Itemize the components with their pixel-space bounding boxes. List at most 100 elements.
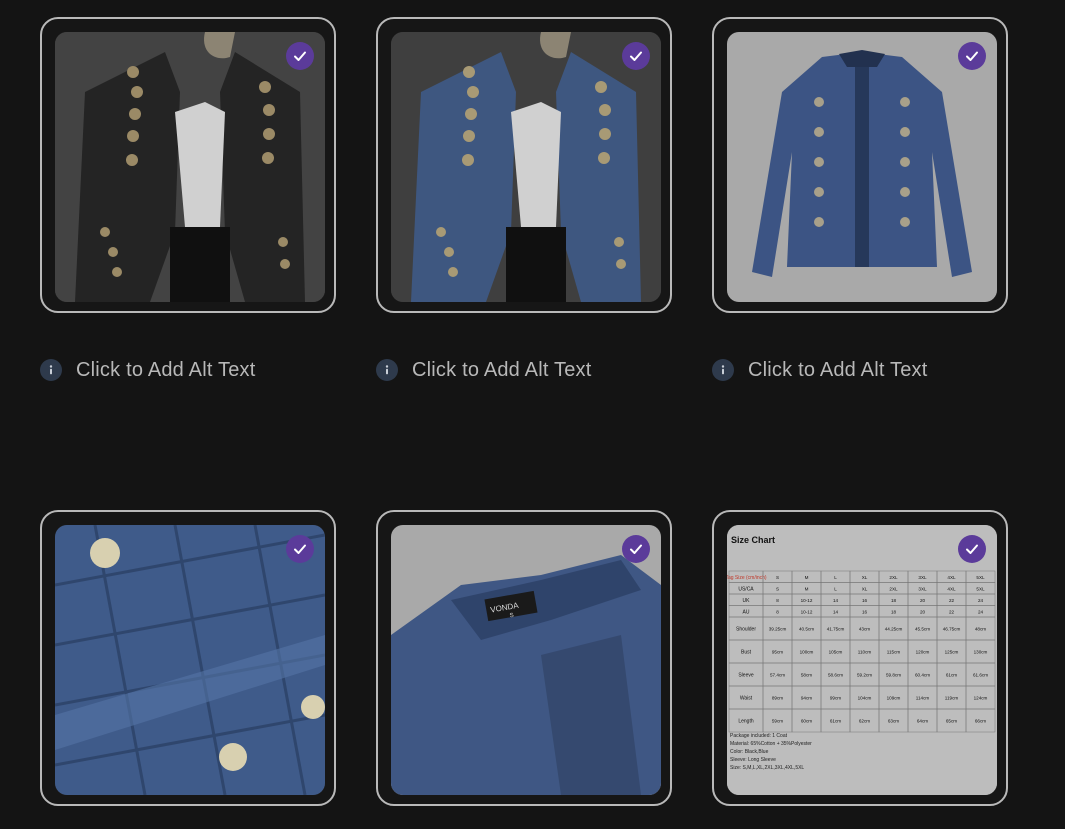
size-chart-cell-text: Tag Size (cm/inch) [727, 575, 767, 581]
selected-check-badge[interactable] [958, 42, 986, 70]
size-chart-cell-text: 10-12 [801, 609, 813, 614]
selected-check-badge[interactable] [286, 535, 314, 563]
selected-check-badge[interactable] [622, 535, 650, 563]
image-card-1[interactable] [40, 17, 336, 313]
black-jacket-image [55, 32, 325, 302]
size-chart-cell-text: 3XL [918, 575, 927, 580]
size-chart-cell-text: 61cm [946, 673, 957, 678]
blue-jacket-flat-image [727, 32, 997, 302]
size-chart-cell-text: 14 [833, 598, 839, 603]
selected-check-badge[interactable] [286, 42, 314, 70]
size-chart-cell-text: AU [743, 609, 750, 615]
size-chart-cell-text: Waist [740, 696, 753, 702]
size-chart-cell-text: 24 [978, 609, 984, 614]
size-chart-image: Size Chart Tag Size (cm/inch) S M L XL 2XL 3XL… [727, 525, 997, 795]
size-chart-cell-text: 130cm [974, 650, 988, 655]
size-chart-cell-text: 24 [978, 598, 984, 603]
size-chart-note: Material: 65%Cotton + 35%Polyester [730, 741, 812, 747]
size-chart-cell-text: 46.75cm [943, 627, 961, 632]
selected-check-badge[interactable] [622, 42, 650, 70]
size-chart-cell-text: 8 [776, 598, 779, 603]
size-chart-cell-text: M [805, 575, 809, 580]
image-thumbnail [55, 525, 325, 795]
alt-text-label: Click to Add Alt Text [412, 358, 592, 381]
size-chart-cell-text: 3XL [918, 586, 927, 591]
size-chart-cell-text: 18 [891, 609, 897, 614]
size-chart-cell-text: 105cm [829, 650, 843, 655]
size-chart-cell-text: 20 [920, 598, 926, 603]
size-chart-cell-text: 58.6cm [828, 673, 843, 678]
size-chart-cell-text: 109cm [887, 696, 901, 701]
size-chart-cell-text: 115cm [887, 650, 901, 655]
info-icon [40, 359, 62, 381]
alt-text-label: Click to Add Alt Text [76, 358, 256, 381]
size-chart-cell-text: 60.4cm [915, 673, 930, 678]
size-chart-cell-text: Bust [741, 650, 752, 656]
size-chart-note: Package included: 1 Coat [730, 733, 788, 739]
size-chart-cell-text: 63cm [888, 719, 899, 724]
size-chart-cell-text: 66cm [975, 719, 986, 724]
image-card-5[interactable]: VONDA S [376, 510, 672, 806]
size-chart-cell-text: UK [743, 598, 751, 604]
size-chart-cell-text: 100cm [800, 650, 814, 655]
size-chart-cell-text: 125cm [945, 650, 959, 655]
image-thumbnail [391, 32, 661, 302]
image-card-6[interactable]: Size Chart Tag Size (cm/inch) S M L XL 2XL 3XL… [712, 510, 1008, 806]
size-chart-cell-text: 4XL [947, 575, 956, 580]
size-chart-cell-text: 22 [949, 598, 955, 603]
size-chart-cell-text: 57.4cm [770, 673, 785, 678]
alt-text-label: Click to Add Alt Text [748, 358, 928, 381]
size-chart-cell-text: L [834, 586, 837, 591]
image-card-2[interactable] [376, 17, 672, 313]
size-chart-cell-text: 58cm [801, 673, 812, 678]
size-chart-cell-text: 10-12 [801, 598, 813, 603]
size-chart-cell-text: 20 [920, 609, 926, 614]
image-thumbnail: VONDA S [391, 525, 661, 795]
check-icon [966, 51, 978, 61]
size-chart-cell-text: 60cm [801, 719, 812, 724]
size-chart-cell-text: 2XL [889, 575, 898, 580]
check-icon [630, 544, 642, 554]
size-chart-cell-text: 65cm [946, 719, 957, 724]
size-chart-cell-text: 119cm [945, 696, 959, 701]
size-chart-cell-text: 44.25cm [885, 627, 903, 632]
size-chart-cell-text: US/CA [738, 586, 754, 592]
add-alt-text-button-2[interactable]: Click to Add Alt Text [376, 355, 591, 385]
size-chart-cell-text: 94cm [801, 696, 812, 701]
image-card-3[interactable] [712, 17, 1008, 313]
size-chart-cell-text: 110cm [858, 650, 872, 655]
check-icon [630, 51, 642, 61]
size-chart-cell-text: Shoulder [736, 627, 756, 633]
size-chart-cell-text: 62cm [859, 719, 870, 724]
size-chart-cell-text: 99cm [830, 696, 841, 701]
size-chart-cell-text: 124cm [974, 696, 988, 701]
size-chart-cell-text: M [805, 586, 809, 591]
size-chart-cell-text: 2XL [889, 586, 898, 591]
size-chart-cell-text: 39.25cm [769, 627, 787, 632]
image-thumbnail [727, 32, 997, 302]
size-chart-cell-text: 8 [776, 609, 779, 614]
size-chart-cell-text: S [776, 586, 779, 591]
size-chart-cell-text: 18 [891, 598, 897, 603]
size-chart-cell-text: 43cm [859, 627, 870, 632]
size-chart-note: Sleeve: Long Sleeve [730, 757, 776, 763]
image-card-4[interactable] [40, 510, 336, 806]
size-chart-cell-text: Sleeve [738, 673, 754, 679]
size-chart-cell-text: XL [862, 586, 868, 591]
add-alt-text-button-1[interactable]: Click to Add Alt Text [40, 355, 255, 385]
size-chart-cell-text: 40.5cm [799, 627, 814, 632]
image-thumbnail [55, 32, 325, 302]
size-chart-cell-text: 61cm [830, 719, 841, 724]
size-chart-cell-text: L [834, 575, 837, 580]
collar-closeup-image: VONDA S [391, 525, 661, 795]
add-alt-text-button-3[interactable]: Click to Add Alt Text [712, 355, 927, 385]
size-chart-cell-text: 61.6cm [973, 673, 988, 678]
size-chart-cell-text: 45.5cm [915, 627, 930, 632]
size-chart-cell-text: Length [738, 719, 754, 725]
size-chart-cell-text: 64cm [917, 719, 928, 724]
size-chart-note: Color: Black,Blue [730, 749, 769, 755]
blue-jacket-worn-image [391, 32, 661, 302]
check-icon [966, 544, 978, 554]
selected-check-badge[interactable] [958, 535, 986, 563]
size-chart-note: Size: S,M,L,XL,2XL,3XL,4XL,5XL [730, 765, 804, 771]
